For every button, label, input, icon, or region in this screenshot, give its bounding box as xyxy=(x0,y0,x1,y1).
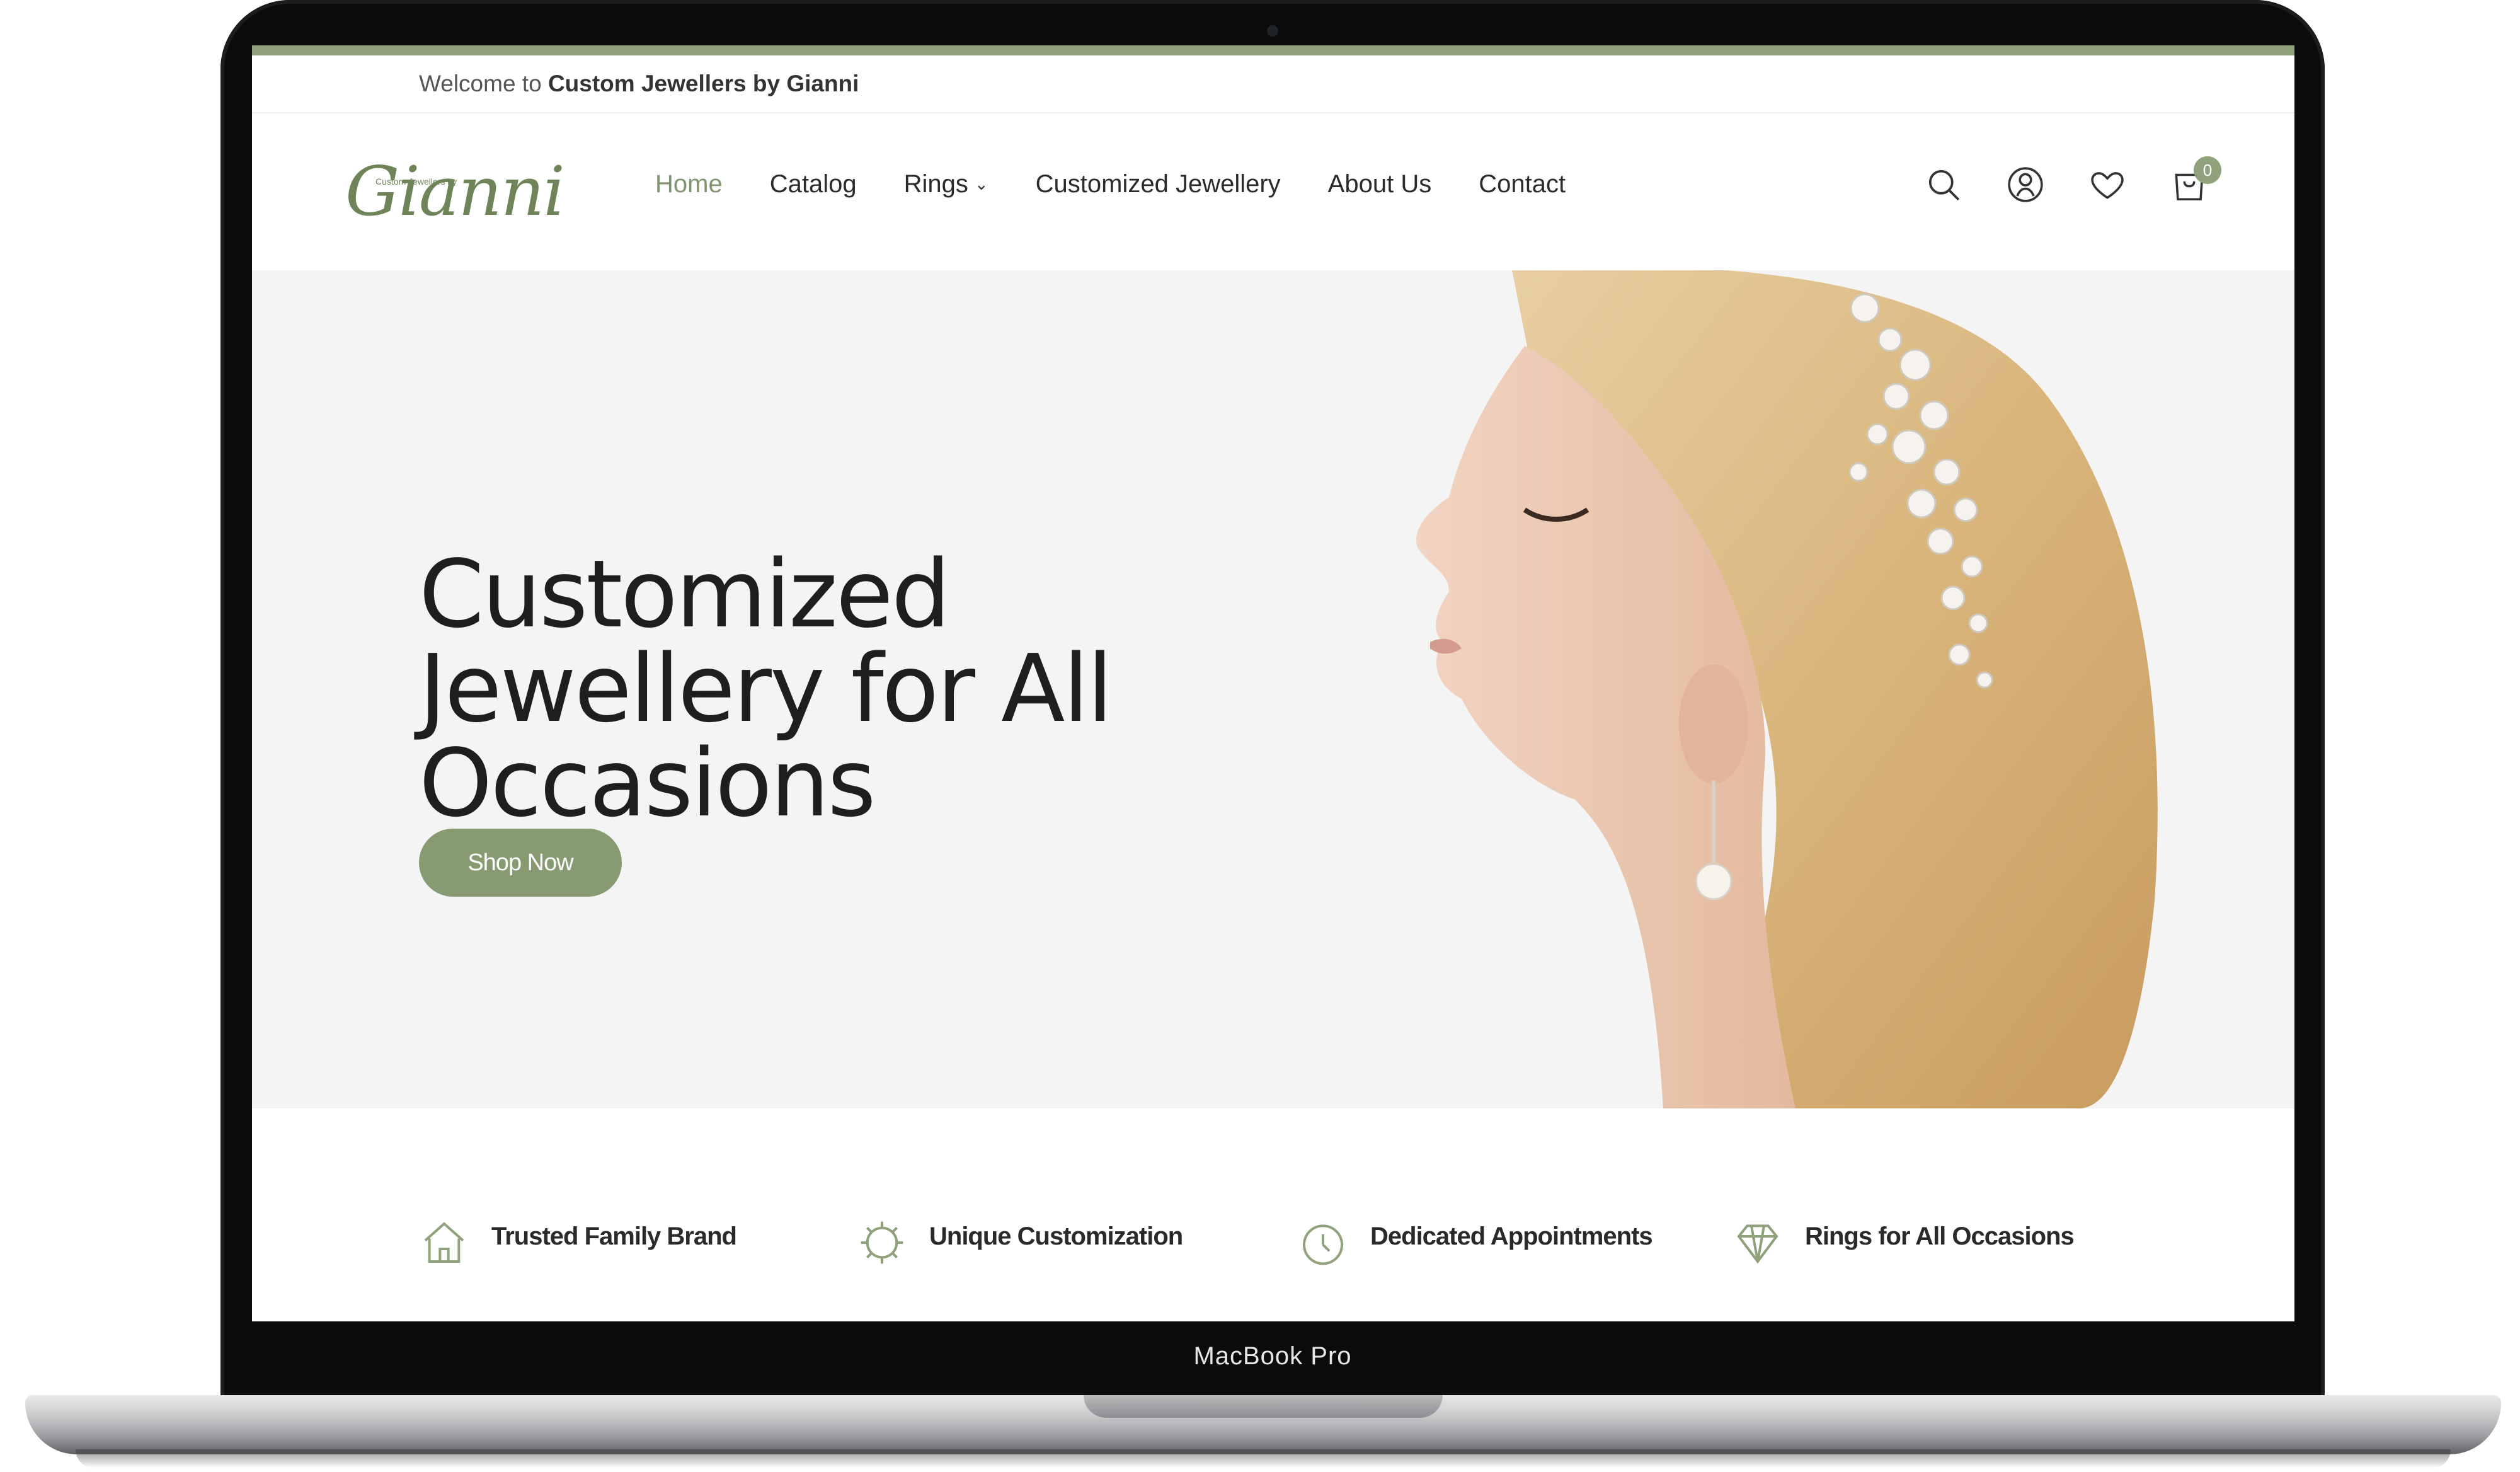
feature-rings-for-all-occasions: Rings for All Occasions xyxy=(1732,1217,2075,1268)
nav-customized-jewellery[interactable]: Customized Jewellery xyxy=(1036,170,1281,198)
screen: Welcome to Custom Jewellers by Gianni Gi… xyxy=(252,45,2294,1321)
account-button[interactable] xyxy=(1984,156,2066,213)
clock-icon xyxy=(1303,1224,1343,1265)
welcome-brand: Custom Jewellers by Gianni xyxy=(547,71,859,96)
hero-title-line-1: Customized xyxy=(419,540,951,649)
hero-image xyxy=(1416,270,2158,1108)
gear-icon xyxy=(861,1221,903,1264)
feature-label: Trusted Family Brand xyxy=(491,1222,737,1250)
welcome-message: Welcome to Custom Jewellers by Gianni xyxy=(419,71,859,97)
nav-about-us[interactable]: About Us xyxy=(1328,170,1432,198)
feature-label: Dedicated Appointments xyxy=(1370,1222,1653,1250)
feature-trusted-family-brand: Trusted Family Brand xyxy=(419,1217,737,1268)
camera xyxy=(1267,25,1278,37)
nav-rings[interactable]: Rings ⌄ xyxy=(904,170,988,198)
diamond-icon xyxy=(1737,1224,1778,1264)
device-label: MacBook Pro xyxy=(1193,1342,1352,1370)
hero-title-line-3: Occasions xyxy=(419,729,876,838)
feature-unique-customization: Unique Customization xyxy=(857,1217,1183,1268)
feature-dedicated-appointments: Dedicated Appointments xyxy=(1298,1217,1653,1268)
house-icon xyxy=(424,1222,464,1263)
main-nav: Home Catalog Rings ⌄ Customized Jeweller… xyxy=(655,170,1613,198)
laptop-shadow xyxy=(76,1449,2451,1468)
top-bar: Welcome to Custom Jewellers by Gianni xyxy=(252,55,2294,113)
hero-banner: Customized Jewellery for All Occasions S… xyxy=(252,270,2294,1108)
welcome-prefix: Welcome to xyxy=(419,71,548,96)
nav-catalog[interactable]: Catalog xyxy=(770,170,857,198)
hero-title-line-2: Jewellery for All xyxy=(419,635,1113,744)
shop-now-button[interactable]: Shop Now xyxy=(419,829,622,897)
nav-rings-label: Rings xyxy=(903,170,968,198)
header-icons: 0 xyxy=(1903,156,2230,213)
features-row: Trusted Family Brand Unique Customizatio… xyxy=(252,1217,2294,1321)
heart-icon xyxy=(2091,172,2124,199)
nav-contact[interactable]: Contact xyxy=(1479,170,1566,198)
site-logo[interactable]: Gianni Custom Jewellers by xyxy=(345,152,565,231)
chevron-down-icon: ⌄ xyxy=(974,175,988,193)
user-icon xyxy=(2008,167,2043,202)
search-button[interactable] xyxy=(1903,156,1984,213)
cart-button[interactable]: 0 xyxy=(2148,156,2230,213)
logo-word: Gianni xyxy=(345,152,565,231)
nav-home[interactable]: Home xyxy=(655,170,723,198)
search-icon xyxy=(1928,170,1960,201)
feature-label: Unique Customization xyxy=(929,1222,1183,1250)
hero-title: Customized Jewellery for All Occasions xyxy=(419,547,1238,831)
logo-tagline: Custom Jewellers by xyxy=(375,176,457,187)
wishlist-button[interactable] xyxy=(2066,156,2148,213)
cart-count-badge: 0 xyxy=(2194,156,2221,184)
laptop-notch xyxy=(1084,1395,1443,1418)
feature-label: Rings for All Occasions xyxy=(1805,1222,2075,1250)
accent-bar xyxy=(252,45,2294,55)
